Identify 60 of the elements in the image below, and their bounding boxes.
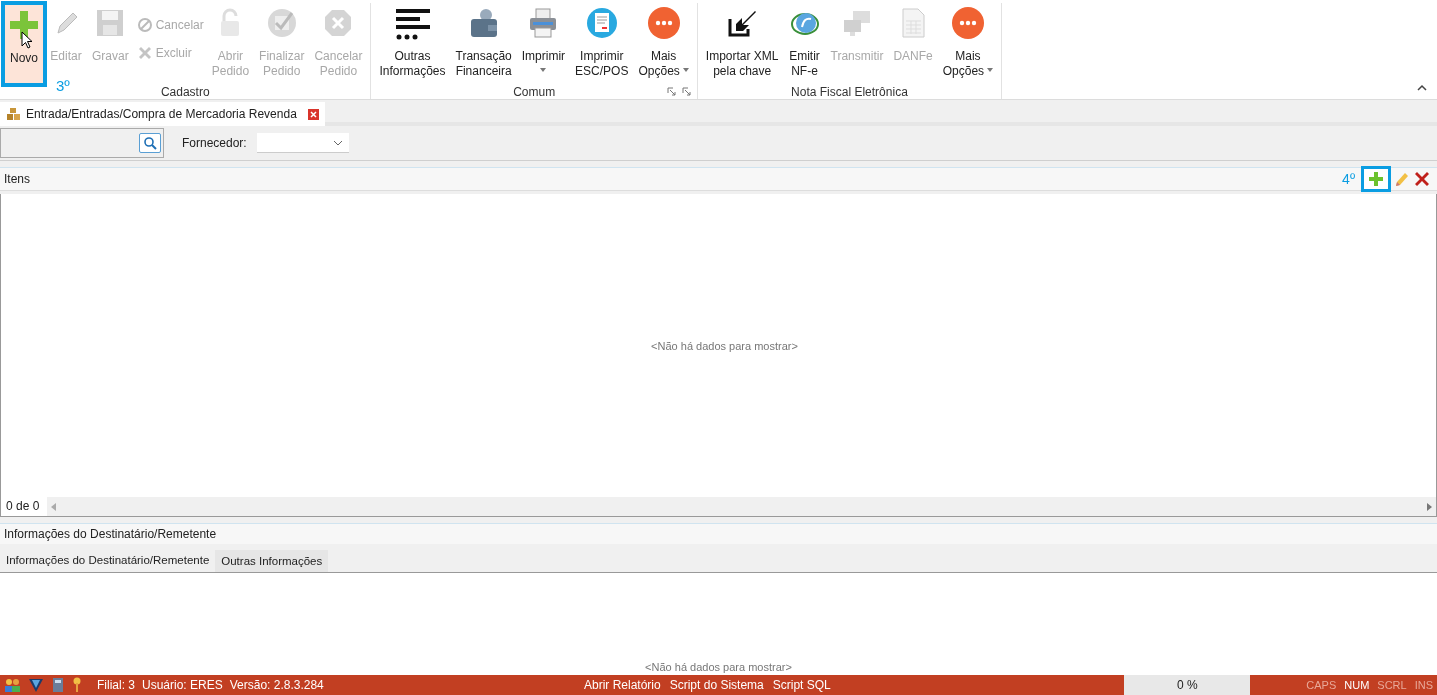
key-indicator: CAPS (1306, 679, 1337, 691)
scroll-right-icon (1427, 502, 1432, 511)
close-icon (307, 108, 319, 120)
key-indicator: SCRL (1377, 679, 1407, 691)
receipt-icon (585, 7, 618, 39)
step-label: 4º (1342, 171, 1355, 187)
group-label: Nota Fiscal Eletrônica (791, 85, 908, 99)
status-link[interactable]: Abrir Relatório (584, 678, 661, 692)
lines-dots-icon (395, 6, 430, 40)
ellipsis-icon (647, 7, 680, 39)
prohibited-icon (136, 17, 153, 33)
search-field[interactable] (0, 128, 164, 158)
ribbon-button[interactable]: Outras Informações (374, 3, 451, 85)
add-button[interactable] (1361, 166, 1391, 192)
panel-title: Itens (4, 172, 30, 186)
status-text: Versão: 2.8.3.284 (229, 678, 324, 692)
chevron-down-icon (332, 139, 343, 146)
fornecedor-dropdown[interactable] (256, 133, 349, 153)
calculator-icon (51, 677, 65, 693)
status-text: Filial: 3 (97, 678, 135, 692)
dialog-launcher-icon (681, 87, 691, 96)
step-label: 3º (56, 77, 70, 94)
group-label: Comum (513, 85, 556, 99)
group-label: Cadastro (160, 85, 210, 99)
ribbon-button[interactable]: Emitir NF-e (783, 3, 826, 85)
search-button[interactable] (139, 133, 161, 153)
progress-reading: 0 % (1176, 678, 1198, 692)
collapse-icon (1417, 84, 1427, 92)
search-icon (143, 136, 157, 150)
key-icon (72, 677, 82, 693)
ellipsis-icon (951, 7, 984, 39)
panel-title: Informações do Destinatário/Remetente (0, 523, 1437, 544)
record-count: 0 de 0 (1, 497, 47, 516)
empty-message: <Não há dados para mostrar> (645, 661, 792, 673)
status-link[interactable]: Script do Sistema (669, 678, 764, 692)
document-tab[interactable]: Entrada/Entradas/Compra de Mercadoria Revenda (0, 102, 325, 126)
key-indicator: INS (1414, 679, 1433, 691)
boxes-icon (6, 107, 21, 121)
cursor-icon (21, 31, 33, 49)
ribbon-button[interactable]: Novo (3, 3, 45, 85)
ribbon-button[interactable]: Imprimir ESC/POS (570, 3, 634, 85)
ribbon-button[interactable]: Importar XML pela chave (700, 3, 784, 85)
shield-icon (28, 677, 44, 693)
dialog-launcher-icon (666, 87, 676, 96)
status-link[interactable]: Script SQL (772, 678, 831, 692)
ribbon-button[interactable]: Mais Opções (937, 3, 999, 85)
people-icon (4, 677, 21, 693)
ribbon-button[interactable]: Mais Opções (633, 3, 694, 85)
plus-icon (1368, 171, 1384, 187)
key-indicator: NUM (1344, 679, 1370, 691)
status-text: Usuário: ERES (142, 678, 223, 692)
tab[interactable]: Outras Informações (215, 550, 329, 572)
fornecedor-label: Fornecedor: (182, 136, 247, 150)
ribbon-button[interactable]: Transação Financeira (450, 3, 517, 85)
checkmark-icon (265, 7, 298, 39)
pencil-icon (1393, 171, 1409, 187)
close-icon (1413, 170, 1431, 188)
scroll-left-icon (51, 502, 56, 511)
ribbon-button[interactable]: Imprimir (516, 3, 571, 85)
empty-message: <Não há dados para mostrar> (651, 339, 798, 352)
